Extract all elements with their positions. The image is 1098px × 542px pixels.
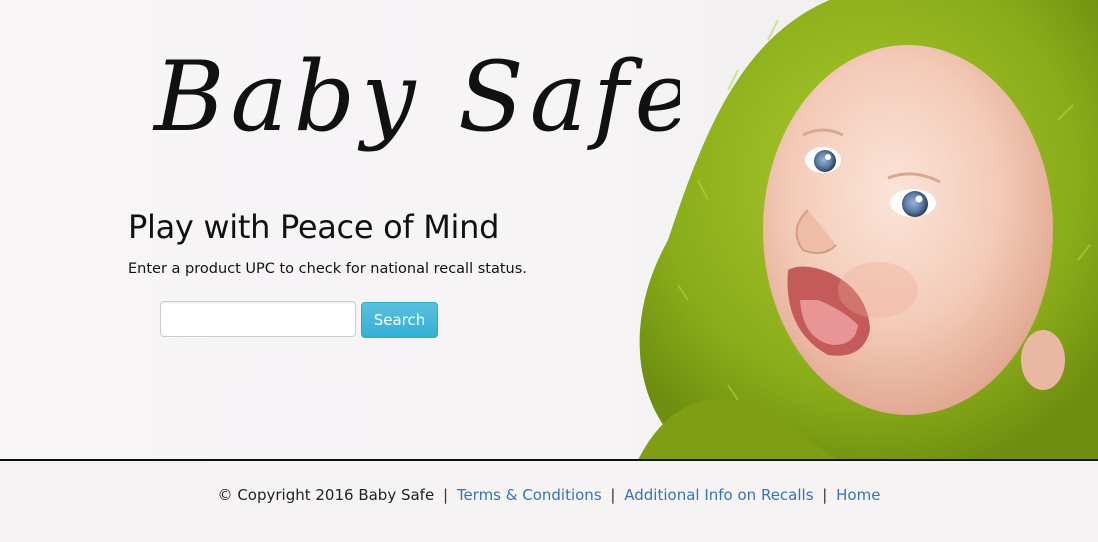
baby-safe-logo: Baby Safe	[152, 41, 680, 153]
page-title: Play with Peace of Mind	[128, 208, 500, 246]
home-link[interactable]: Home	[836, 486, 880, 504]
footer-separator: |	[822, 486, 828, 504]
footer-separator: |	[610, 486, 616, 504]
footer: © Copyright 2016 Baby Safe | Terms & Con…	[0, 459, 1098, 542]
hero-section: Baby Safe Play with Peace of Mind Enter …	[0, 0, 1098, 460]
footer-separator: |	[442, 486, 449, 504]
copyright-text: © Copyright 2016 Baby Safe	[217, 486, 435, 504]
instructions-text: Enter a product UPC to check for nationa…	[128, 261, 527, 277]
search-button[interactable]: Search	[361, 302, 438, 338]
terms-link[interactable]: Terms & Conditions	[457, 486, 602, 504]
upc-search-input[interactable]	[160, 301, 356, 337]
footer-links-row: © Copyright 2016 Baby Safe | Terms & Con…	[0, 486, 1098, 504]
svg-text:Baby Safe: Baby Safe	[152, 41, 680, 153]
recalls-info-link[interactable]: Additional Info on Recalls	[624, 486, 813, 504]
